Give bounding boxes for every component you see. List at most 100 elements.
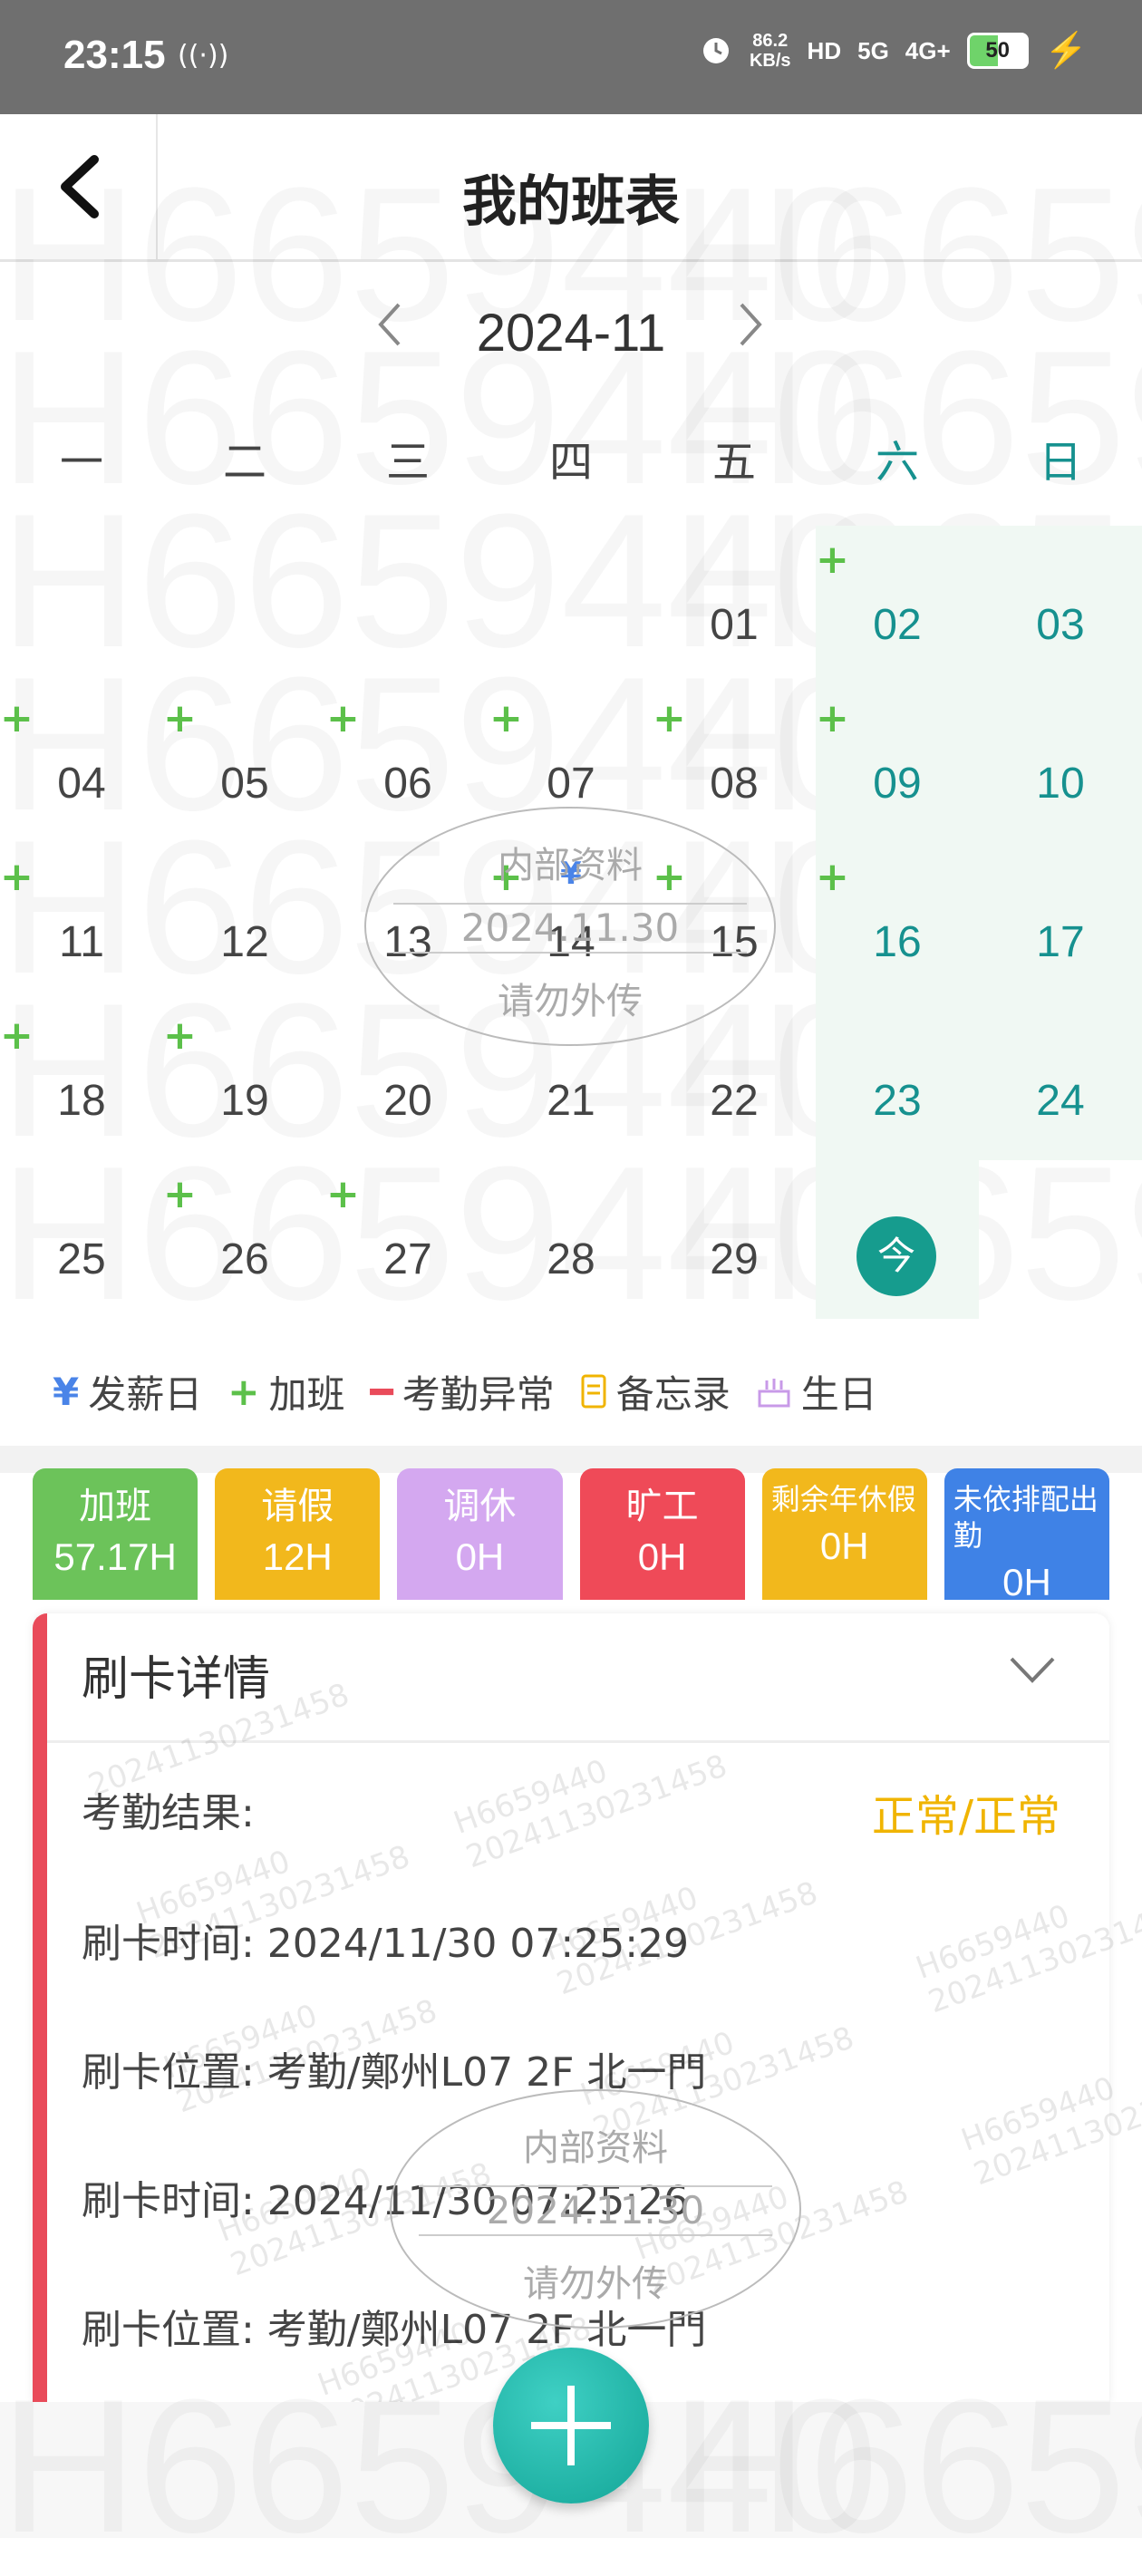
- calendar-day[interactable]: +18: [0, 1012, 163, 1178]
- calendar-day[interactable]: +02: [816, 537, 979, 702]
- calendar-day[interactable]: +04: [0, 695, 163, 861]
- calendar-day[interactable]: +09: [816, 695, 979, 861]
- calendar-day[interactable]: 17: [979, 861, 1142, 1020]
- calendar-day: [326, 544, 489, 702]
- stat-label: 剩余年休假: [770, 1482, 916, 1516]
- legend-payday-label: 发薪日: [88, 1371, 203, 1417]
- stat-absent[interactable]: 旷工 0H: [579, 1468, 745, 1600]
- legend-abnormal: ━ 考勤异常: [370, 1364, 554, 1419]
- stat-annual-leave[interactable]: 剩余年休假 0H: [761, 1468, 927, 1600]
- stat-label: 加班: [79, 1486, 152, 1527]
- stat-label: 请假: [261, 1486, 334, 1527]
- punch-row: 刷卡时间: 2024/11/30 07:25:26: [82, 2178, 690, 2224]
- stat-value: 12H: [262, 1535, 333, 1578]
- calendar-legend: ¥ 发薪日 + 加班 ━ 考勤异常 备忘录 生日: [53, 1364, 877, 1419]
- stat-leave[interactable]: 请假 12H: [215, 1468, 381, 1600]
- calendar-day[interactable]: +11: [0, 854, 163, 1020]
- overtime-plus-icon: +: [326, 695, 360, 741]
- day-number: 24: [1036, 1077, 1085, 1125]
- result-label: 考勤结果:: [82, 1790, 255, 1836]
- overtime-plus-icon: +: [326, 1171, 360, 1217]
- memo-icon: [581, 1374, 606, 1409]
- card-title: 刷卡详情: [82, 1652, 271, 1707]
- day-number: 18: [57, 1077, 106, 1125]
- calendar-day[interactable]: +15: [653, 854, 816, 1020]
- day-number: 06: [383, 760, 432, 808]
- calendar-day[interactable]: 23: [816, 1020, 979, 1178]
- weekday-label: 一: [59, 437, 103, 488]
- stat-unscheduled[interactable]: 未依排配出勤 0H: [944, 1468, 1109, 1600]
- calendar-day[interactable]: 29: [653, 1178, 816, 1337]
- calendar-day[interactable]: +07: [489, 695, 653, 861]
- status-time: 23:15: [63, 33, 166, 77]
- calendar-day[interactable]: 28: [489, 1178, 653, 1337]
- legend-payday: ¥ 发薪日: [53, 1364, 202, 1419]
- collapse-toggle[interactable]: [1008, 1653, 1057, 1686]
- calendar-day[interactable]: 01: [653, 544, 816, 702]
- calendar-day[interactable]: +16: [816, 854, 979, 1020]
- calendar-day[interactable]: +19: [163, 1012, 326, 1178]
- calendar-day[interactable]: + ¥14: [489, 854, 653, 1020]
- weekday-header: 一 二 三 四 五 六 日: [0, 426, 1142, 508]
- 5g-signal-icon: 5G: [857, 36, 889, 64]
- calendar-day[interactable]: +06: [326, 695, 489, 861]
- day-number: 04: [57, 760, 106, 808]
- calendar-day[interactable]: 03: [979, 544, 1142, 702]
- chevron-down-icon: [1010, 1657, 1055, 1683]
- calendar-day[interactable]: 12: [163, 861, 326, 1020]
- overtime-plus-icon: +: [0, 1012, 34, 1059]
- stat-comp-leave[interactable]: 调休 0H: [397, 1468, 563, 1600]
- day-number: 02: [873, 601, 922, 649]
- calendar-day[interactable]: 24: [979, 1020, 1142, 1178]
- calendar-day[interactable]: 10: [979, 702, 1142, 861]
- day-number: 17: [1036, 918, 1085, 966]
- overtime-plus-icon: +: [163, 1171, 197, 1217]
- calendar-day[interactable]: 20: [326, 1020, 489, 1178]
- day-number: 21: [547, 1077, 595, 1125]
- stat-value: 0H: [1002, 1561, 1051, 1600]
- calendar-day[interactable]: 22: [653, 1020, 816, 1178]
- overtime-plus-icon: +: [816, 537, 849, 583]
- stat-label: 旷工: [625, 1486, 699, 1527]
- day-number: 29: [710, 1235, 759, 1283]
- calendar-day: [0, 544, 163, 702]
- charging-icon: ⚡: [1044, 32, 1088, 70]
- calendar-day[interactable]: 21: [489, 1020, 653, 1178]
- stat-overtime[interactable]: 加班 57.17H: [33, 1468, 198, 1600]
- day-number: 01: [710, 601, 759, 649]
- day-number: 16: [873, 918, 922, 966]
- legend-memo: 备忘录: [580, 1364, 731, 1419]
- page-title: 我的班表: [462, 170, 680, 234]
- plus-icon: +: [227, 1369, 260, 1414]
- stat-label: 调休: [443, 1486, 517, 1527]
- calendar-day[interactable]: +27: [326, 1171, 489, 1337]
- chevron-right-icon: [740, 303, 762, 346]
- overtime-plus-icon: +: [163, 695, 197, 741]
- day-number: 25: [57, 1235, 106, 1283]
- hotspot-icon: ((·)): [178, 40, 229, 72]
- day-number: 22: [710, 1077, 759, 1125]
- day-number: 13: [383, 918, 432, 966]
- weekday-label: 三: [385, 437, 430, 488]
- stat-value: 0H: [637, 1535, 687, 1578]
- punch-details-card: 刷卡详情 考勤结果: 正常/正常 刷卡时间: 2024/11/30 07:25:…: [33, 1613, 1109, 2402]
- legend-abnormal-label: 考勤异常: [402, 1371, 555, 1417]
- day-number: 07: [547, 760, 595, 808]
- calendar-day[interactable]: 25: [0, 1178, 163, 1337]
- calendar-day-today[interactable]: 今: [816, 1178, 979, 1337]
- cake-icon: [758, 1379, 790, 1408]
- calendar-day[interactable]: +08: [653, 695, 816, 861]
- weekday-label: 日: [1038, 437, 1082, 488]
- calendar-day[interactable]: +26: [163, 1171, 326, 1337]
- current-month: 2024-11: [476, 304, 666, 363]
- calendar-day: [489, 544, 653, 702]
- add-button[interactable]: [493, 2348, 649, 2503]
- calendar-day[interactable]: +05: [163, 695, 326, 861]
- calendar-day[interactable]: 13: [326, 861, 489, 1020]
- calendar-day: [979, 1178, 1142, 1337]
- day-number: 12: [220, 918, 269, 966]
- overtime-plus-icon: +: [816, 695, 849, 741]
- day-number: 11: [59, 918, 104, 966]
- next-month-button[interactable]: [732, 297, 769, 365]
- weekday-label: 五: [711, 437, 756, 488]
